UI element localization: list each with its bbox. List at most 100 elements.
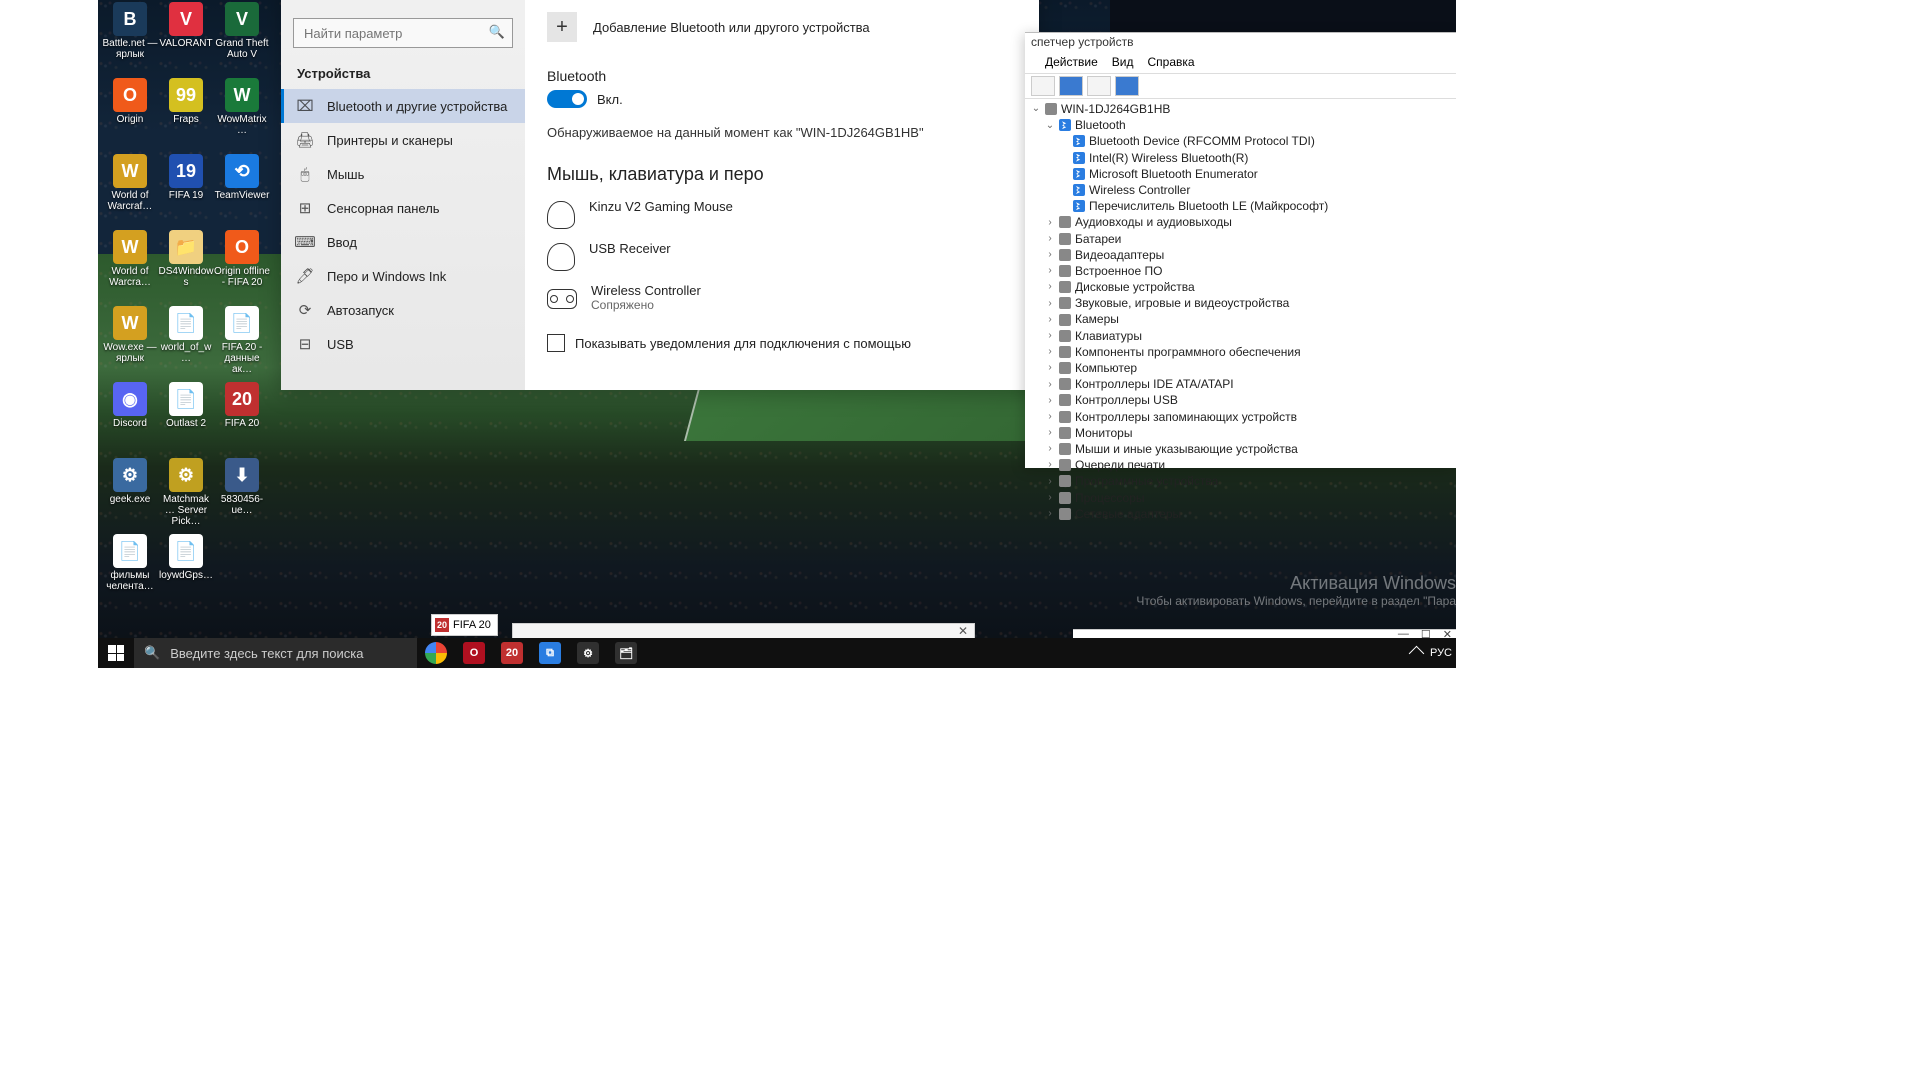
desktop-icon[interactable]: WWowMatrix… <box>214 78 270 154</box>
taskbar-search[interactable]: 🔍 Введите здесь текст для поиска <box>134 638 417 668</box>
tree-node[interactable]: › Программные устройства <box>1045 473 1450 489</box>
app-icon: 🗂 <box>615 642 637 664</box>
taskbar-app[interactable] <box>417 638 455 668</box>
add-device-row[interactable]: + Добавление Bluetooth или другого устро… <box>547 12 1017 42</box>
tree-node[interactable]: › Звуковые, игровые и видеоустройства <box>1045 295 1450 311</box>
desktop-icon[interactable]: BBattle.net — ярлык <box>102 2 158 78</box>
tree-node[interactable]: › Контроллеры IDE ATA/ATAPI <box>1045 376 1450 392</box>
menu-item[interactable]: Действие <box>1045 55 1098 69</box>
desktop-icon[interactable]: ⚙Matchmak… Server Pick… <box>158 458 214 534</box>
tree-node[interactable]: › Клавиатуры <box>1045 328 1450 344</box>
desktop-icon-label: FIFA 19 <box>169 190 203 201</box>
desktop-icon[interactable]: WWow.exe — ярлык <box>102 306 158 382</box>
desktop-icon[interactable]: ◉Discord <box>102 382 158 458</box>
tree-node[interactable]: › Контроллеры запоминающих устройств <box>1045 409 1450 425</box>
tree-node[interactable]: Microsoft Bluetooth Enumerator <box>1059 166 1450 182</box>
tree-node[interactable]: › Мониторы <box>1045 425 1450 441</box>
toolbar-button[interactable] <box>1115 76 1139 96</box>
toggle-switch-icon[interactable] <box>547 90 587 108</box>
device-row[interactable]: USB Receiver <box>547 235 1017 277</box>
desktop-icon[interactable]: OOrigin offline - FIFA 20 <box>214 230 270 306</box>
tree-node[interactable]: › Контроллеры USB <box>1045 392 1450 408</box>
desktop-icon[interactable]: VGrand Theft Auto V <box>214 2 270 78</box>
sidebar-item[interactable]: ⌨Ввод <box>281 225 525 259</box>
desktop-icon[interactable]: 19FIFA 19 <box>158 154 214 230</box>
tray-language[interactable]: РУС <box>1430 647 1452 659</box>
taskbar-app[interactable]: O <box>455 638 493 668</box>
sidebar-item[interactable]: ⌧Bluetooth и другие устройства <box>281 89 525 123</box>
desktop-icon[interactable]: 20FIFA 20 <box>214 382 270 458</box>
desktop-icon[interactable]: WWorld of Warcra… <box>102 230 158 306</box>
device-row[interactable]: Kinzu V2 Gaming Mouse <box>547 193 1017 235</box>
menu-item[interactable]: Справка <box>1147 55 1194 69</box>
desktop-icon[interactable]: 📄Outlast 2 <box>158 382 214 458</box>
tree-node[interactable]: Перечислитель Bluetooth LE (Майкрософт) <box>1059 198 1450 214</box>
desktop-icon-label: world_of_w… <box>158 342 214 364</box>
chevron-up-icon[interactable] <box>1409 645 1425 661</box>
device-name: USB Receiver <box>589 241 671 256</box>
toolbar-button[interactable] <box>1087 76 1111 96</box>
sidebar-item[interactable]: ⊞Сенсорная панель <box>281 191 525 225</box>
sidebar-item[interactable]: 🖱Мышь <box>281 157 525 191</box>
toolbar-button[interactable] <box>1031 76 1055 96</box>
taskbar-app[interactable]: ⚙ <box>569 638 607 668</box>
tree-node[interactable]: › Сетевые адаптеры <box>1045 506 1450 522</box>
sidebar-item-label: USB <box>327 337 354 352</box>
desktop-icon[interactable]: 📁DS4Windows <box>158 230 214 306</box>
start-button[interactable] <box>98 638 134 668</box>
tree-node[interactable]: ⌄ WIN-1DJ264GB1HB <box>1031 101 1450 117</box>
desktop-icon[interactable]: 📄loywdGps… <box>158 534 214 610</box>
taskbar: 🔍 Введите здесь текст для поиска O20⧉⚙🗂 … <box>98 638 1456 668</box>
checkbox-icon[interactable] <box>547 334 565 352</box>
bluetooth-toggle[interactable]: Вкл. <box>547 90 623 108</box>
desktop-icon-label: geek.exe <box>110 494 151 505</box>
tree-node[interactable]: ⌄ Bluetooth <box>1045 117 1450 133</box>
close-icon[interactable]: ✕ <box>958 624 968 638</box>
tree-node[interactable]: › Мыши и иные указывающие устройства <box>1045 441 1450 457</box>
tree-node[interactable]: › Батареи <box>1045 231 1450 247</box>
desktop-icon[interactable]: 99Fraps <box>158 78 214 154</box>
sidebar-item[interactable]: ⊟USB <box>281 327 525 361</box>
desktop-icon-label: World of Warcra… <box>102 266 158 288</box>
desktop-icon[interactable]: VVALORANT <box>158 2 214 78</box>
tree-node[interactable]: Bluetooth Device (RFCOMM Protocol TDI) <box>1059 133 1450 149</box>
devmgr-menubar: Действие Вид Справка <box>1025 53 1456 74</box>
taskbar-app[interactable]: 🗂 <box>607 638 645 668</box>
desktop-icon[interactable]: WWorld of Warcraf… <box>102 154 158 230</box>
tree-node[interactable]: › Компоненты программного обеспечения <box>1045 344 1450 360</box>
desktop-icon[interactable]: 📄world_of_w… <box>158 306 214 382</box>
device-row[interactable]: Wireless ControllerСопряжено <box>547 277 1017 318</box>
settings-search-input[interactable] <box>293 18 513 48</box>
menu-item[interactable]: Вид <box>1112 55 1134 69</box>
tree-node[interactable]: › Процессоры <box>1045 490 1450 506</box>
tree-node[interactable]: › Встроенное ПО <box>1045 263 1450 279</box>
tree-node[interactable]: Intel(R) Wireless Bluetooth(R) <box>1059 150 1450 166</box>
app-icon: W <box>225 78 259 112</box>
tree-node[interactable]: Wireless Controller <box>1059 182 1450 198</box>
taskbar-app[interactable]: ⧉ <box>531 638 569 668</box>
tree-node[interactable]: › Видеоадаптеры <box>1045 247 1450 263</box>
desktop-icon[interactable]: 📄фильмы челента… <box>102 534 158 610</box>
app-icon: 20 <box>501 642 523 664</box>
desktop-icon[interactable]: 📄FIFA 20 - данные ак… <box>214 306 270 382</box>
tree-node[interactable]: › Аудиовходы и аудиовыходы <box>1045 214 1450 230</box>
desktop-icon[interactable]: ⟲TeamViewer <box>214 154 270 230</box>
taskbar-app[interactable]: 20 <box>493 638 531 668</box>
tree-node[interactable]: › Компьютер <box>1045 360 1450 376</box>
system-tray[interactable]: РУС <box>1411 647 1456 659</box>
plus-icon[interactable]: + <box>547 12 577 42</box>
tree-node[interactable]: › Камеры <box>1045 311 1450 327</box>
desktop-icon[interactable]: OOrigin <box>102 78 158 154</box>
toolbar-button[interactable] <box>1059 76 1083 96</box>
origin-popup-label[interactable]: 20 FIFA 20 <box>431 614 498 636</box>
desktop-icon-label: loywdGps… <box>159 570 213 581</box>
sidebar-item[interactable]: 🖨Принтеры и сканеры <box>281 123 525 157</box>
tree-node[interactable]: › Очереди печати <box>1045 457 1450 473</box>
app-icon: 📄 <box>113 534 147 568</box>
sidebar-item[interactable]: 🖊Перо и Windows Ink <box>281 259 525 293</box>
desktop-icon[interactable]: ⬇5830456-ue… <box>214 458 270 534</box>
sidebar-item[interactable]: ⟳Автозапуск <box>281 293 525 327</box>
desktop-icon[interactable]: ⚙geek.exe <box>102 458 158 534</box>
notification-checkbox-row[interactable]: Показывать уведомления для подключения с… <box>547 334 1017 352</box>
tree-node[interactable]: › Дисковые устройства <box>1045 279 1450 295</box>
